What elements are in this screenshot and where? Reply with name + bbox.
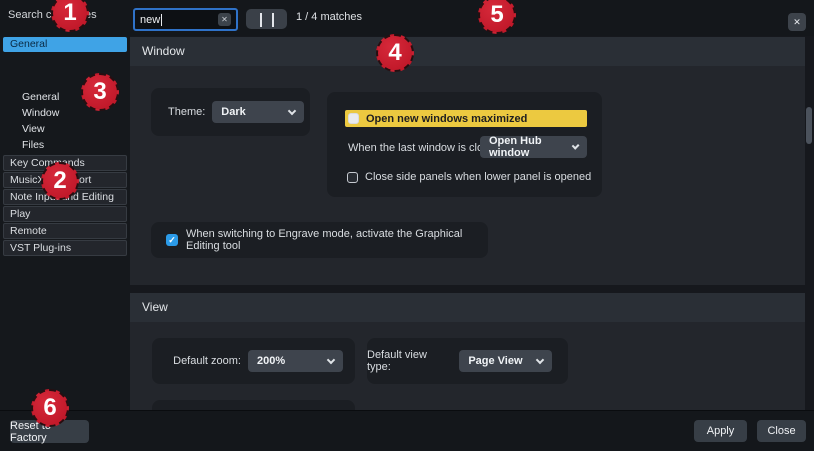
view-type-label: Default view type: — [367, 349, 452, 373]
maximized-checkbox[interactable] — [348, 113, 359, 124]
annotation-marker-4: 4 — [376, 34, 414, 72]
search-input-value: new — [140, 14, 160, 26]
chevron-left-icon — [260, 13, 262, 27]
theme-label: Theme: — [168, 106, 205, 118]
sidebar-item-remote[interactable]: Remote — [3, 223, 127, 239]
chevron-right-icon — [272, 13, 274, 27]
engrave-checkbox-label: When switching to Engrave mode, activate… — [186, 228, 488, 252]
preferences-dialog: Search categories new ✕ 1 / 4 matches ✕ … — [0, 0, 814, 451]
last-window-closed-dropdown[interactable]: Open Hub window — [480, 136, 587, 158]
partially-visible-card — [152, 400, 355, 410]
previous-match-button[interactable] — [258, 13, 262, 25]
side-panels-option-row: Close side panels when lower panel is op… — [347, 171, 591, 183]
sidebar-item-play[interactable]: Play — [3, 206, 127, 222]
close-dialog-button[interactable]: ✕ — [788, 13, 806, 31]
engrave-checkbox-checked[interactable]: ✓ — [166, 234, 178, 246]
next-match-button[interactable] — [272, 13, 276, 25]
default-zoom-card: Default zoom: 200% — [152, 338, 355, 384]
sidebar-subitem-view[interactable]: View — [3, 121, 127, 137]
maximized-option-row-highlighted: Open new windows maximized — [345, 110, 587, 127]
sidebar-item-general-selected[interactable]: General — [3, 37, 127, 52]
annotation-marker-3: 3 — [81, 73, 119, 111]
view-section-body: Default zoom: 200% Default view type: Pa… — [130, 322, 805, 410]
last-window-closed-value: Open Hub window — [489, 135, 573, 159]
match-navigation-group — [246, 9, 287, 29]
close-icon: ✕ — [793, 17, 801, 28]
view-section-header: View — [130, 293, 805, 322]
view-type-card: Default view type: Page View — [367, 338, 568, 384]
chevron-down-icon — [536, 355, 544, 363]
sidebar-subitem-files[interactable]: Files — [3, 137, 127, 153]
default-zoom-value: 200% — [257, 355, 285, 367]
default-zoom-dropdown[interactable]: 200% — [248, 350, 343, 372]
window-options-card: Open new windows maximized When the last… — [327, 92, 602, 197]
match-count-text: 1 / 4 matches — [296, 11, 362, 23]
chevron-down-icon — [288, 106, 296, 114]
view-type-dropdown[interactable]: Page View — [459, 350, 552, 372]
engrave-option-card: ✓ When switching to Engrave mode, activa… — [151, 222, 488, 258]
sidebar-item-vst-plugins[interactable]: VST Plug-ins — [3, 240, 127, 256]
vertical-scrollbar-thumb[interactable] — [806, 107, 812, 144]
annotation-marker-6: 6 — [31, 389, 69, 427]
top-bar: Search categories new ✕ 1 / 4 matches ✕ — [0, 0, 814, 36]
default-zoom-label: Default zoom: — [173, 355, 241, 367]
view-type-value: Page View — [468, 355, 522, 367]
search-input[interactable]: new ✕ — [133, 8, 238, 31]
maximized-checkbox-label: Open new windows maximized — [366, 113, 527, 125]
annotation-marker-2: 2 — [41, 162, 79, 200]
window-section-body: Theme: Dark Open new windows maximized W… — [130, 66, 805, 285]
clear-search-icon[interactable]: ✕ — [218, 13, 231, 26]
close-button[interactable]: Close — [757, 420, 806, 442]
theme-dropdown[interactable]: Dark — [212, 101, 304, 123]
theme-value: Dark — [221, 106, 245, 118]
side-panels-checkbox-label: Close side panels when lower panel is op… — [365, 171, 591, 183]
apply-button[interactable]: Apply — [694, 420, 747, 442]
window-section-header: Window — [130, 37, 805, 66]
side-panels-checkbox[interactable] — [347, 172, 358, 183]
text-caret — [161, 14, 162, 26]
theme-card: Theme: Dark — [151, 88, 310, 136]
chevron-down-icon — [327, 355, 335, 363]
settings-panel: Window Theme: Dark Open new windows maxi… — [130, 36, 805, 410]
bottom-bar: Reset to Factory Apply Close — [0, 410, 814, 451]
